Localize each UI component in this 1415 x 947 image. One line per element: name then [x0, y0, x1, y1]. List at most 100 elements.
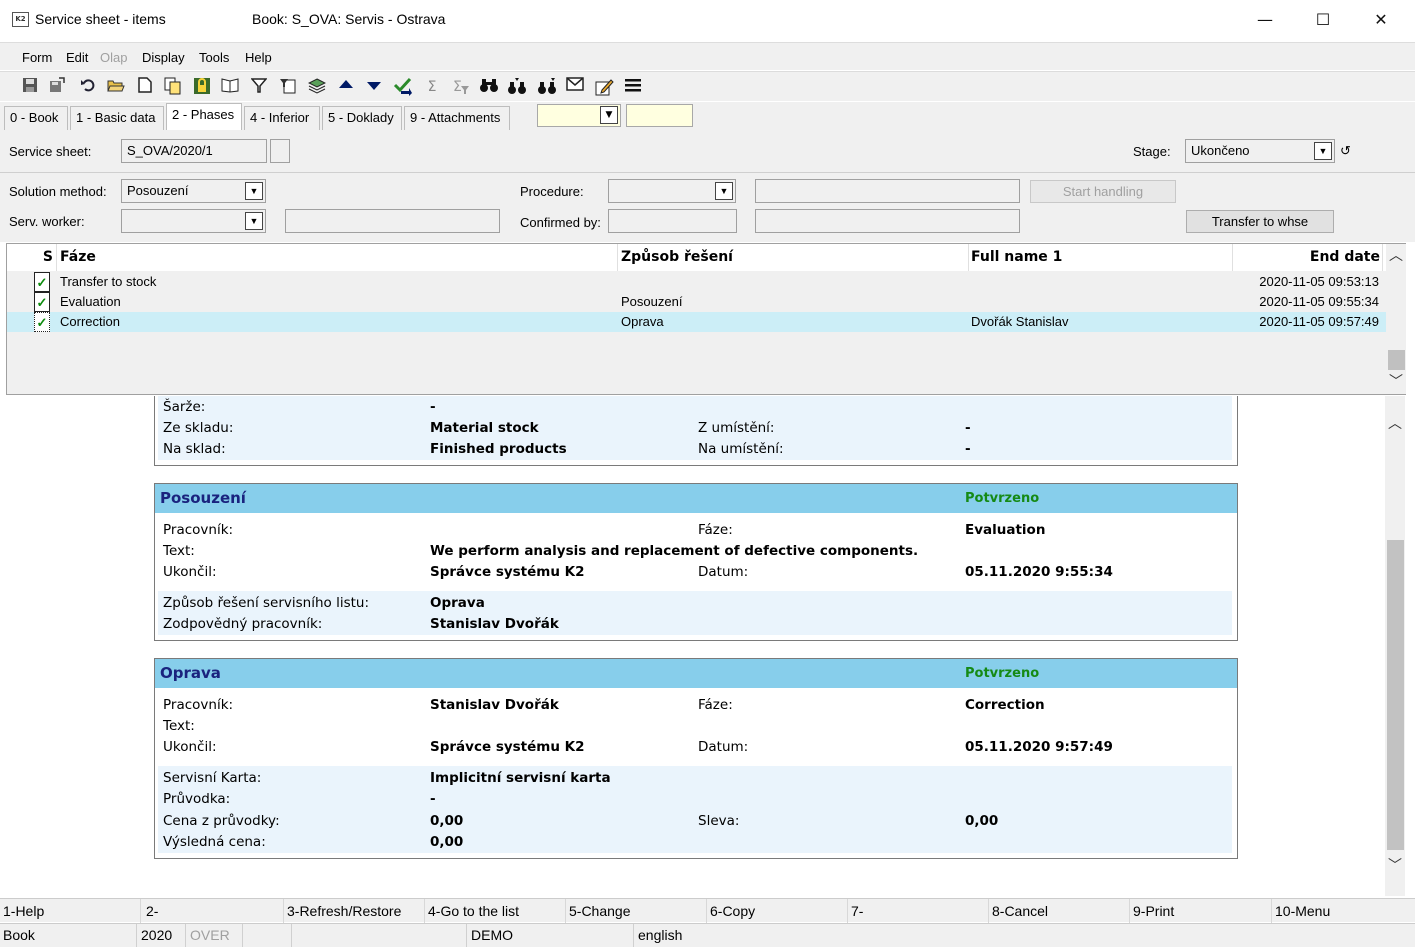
- tab-doklady[interactable]: 5 - Doklady: [322, 106, 402, 130]
- service-sheet-field[interactable]: S_OVA/2020/1: [121, 139, 267, 163]
- layers-icon[interactable]: [307, 77, 327, 97]
- serv-worker-name-field[interactable]: [285, 209, 500, 233]
- fkey-4[interactable]: 4-Go to the list: [425, 899, 566, 923]
- col-zpusob[interactable]: Způsob řešení: [619, 244, 969, 271]
- copy-icon[interactable]: [163, 77, 183, 97]
- solution-method-select[interactable]: Posouzení ▼: [121, 179, 266, 203]
- fkey-7[interactable]: 7-: [848, 899, 989, 923]
- col-enddate[interactable]: End date: [1233, 244, 1383, 271]
- chevron-down-icon[interactable]: ▼: [715, 182, 733, 200]
- check-arrow-icon[interactable]: [393, 77, 413, 97]
- panel-header: Posouzení Potvrzeno: [155, 484, 1237, 513]
- serv-worker-select[interactable]: ▼: [121, 209, 266, 233]
- fkey-1[interactable]: 1-Help: [0, 899, 141, 923]
- menu-tools[interactable]: Tools: [199, 50, 229, 65]
- scroll-thumb[interactable]: [1387, 540, 1404, 850]
- binoculars-next-icon[interactable]: [507, 77, 527, 97]
- fkey-3[interactable]: 3-Refresh/Restore: [284, 899, 425, 923]
- tab-phases[interactable]: 2 - Phases: [166, 103, 242, 130]
- open-folder-icon[interactable]: [106, 77, 126, 97]
- close-button[interactable]: ✕: [1352, 0, 1410, 40]
- table-row[interactable]: ✓ Evaluation Posouzení 2020-11-05 09:55:…: [7, 292, 1387, 312]
- posouzeni-panel: Posouzení Potvrzeno Pracovník: Fáze: Eva…: [154, 483, 1238, 641]
- fkey-10[interactable]: 10-Menu: [1272, 899, 1415, 923]
- filter-icon[interactable]: [249, 77, 269, 97]
- confirmed-by-name-field[interactable]: [755, 209, 1020, 233]
- check-icon[interactable]: ✓: [34, 272, 50, 292]
- chevron-down-icon[interactable]: ▼: [245, 212, 263, 230]
- panel-title: Oprava: [160, 664, 221, 682]
- ukoncil-label: Ukončil:: [163, 564, 217, 580]
- binoculars-prev-icon[interactable]: [537, 77, 557, 97]
- minimize-button[interactable]: —: [1236, 0, 1294, 40]
- period-select[interactable]: ▼: [537, 104, 621, 127]
- col-s[interactable]: S: [7, 244, 57, 271]
- menu-display[interactable]: Display: [142, 50, 185, 65]
- check-icon[interactable]: ✓: [34, 292, 50, 312]
- zodpovedny-value: Stanislav Dvořák: [430, 616, 559, 632]
- tab-attachments[interactable]: 9 - Attachments: [404, 106, 510, 130]
- scroll-up-icon[interactable]: ︿: [1386, 246, 1406, 266]
- fkey-9[interactable]: 9-Print: [1130, 899, 1272, 923]
- stock-panel: Šarže: - Ze skladu: Material stock Z umí…: [154, 396, 1238, 466]
- chevron-down-icon[interactable]: ▼: [245, 182, 263, 200]
- pracovnik-label: Pracovník:: [163, 522, 234, 538]
- menu-help[interactable]: Help: [245, 50, 272, 65]
- phases-grid[interactable]: S Fáze Způsob řešení Full name 1 End dat…: [6, 243, 1406, 395]
- chevron-down-icon[interactable]: ▼: [600, 106, 618, 124]
- save-all-icon[interactable]: [47, 77, 67, 97]
- fkey-6[interactable]: 6-Copy: [707, 899, 848, 923]
- book-icon[interactable]: [220, 77, 240, 97]
- start-handling-button[interactable]: Start handling: [1030, 180, 1176, 203]
- stage-value: Ukončeno: [1191, 143, 1250, 158]
- tab-basic-data[interactable]: 1 - Basic data: [70, 106, 164, 130]
- fkey-5[interactable]: 5-Change: [566, 899, 707, 923]
- status-bar: Book 2020 OVER DEMO english: [0, 923, 1415, 947]
- sarze-label: Šarže:: [163, 399, 206, 415]
- status-empty: [293, 924, 467, 947]
- confirmed-by-field[interactable]: [608, 209, 737, 233]
- table-row-selected[interactable]: ✓ Correction Oprava Dvořák Stanislav 202…: [7, 312, 1387, 332]
- new-document-icon[interactable]: [135, 77, 155, 97]
- book-title: Book: S_OVA: Servis - Ostrava: [252, 11, 446, 27]
- check-icon[interactable]: ✓: [34, 312, 50, 332]
- fkey-8[interactable]: 8-Cancel: [989, 899, 1130, 923]
- procedure-select[interactable]: ▼: [608, 179, 736, 203]
- scroll-down-icon[interactable]: ﹀: [1386, 372, 1406, 392]
- save-icon[interactable]: [20, 77, 40, 97]
- menu-icon[interactable]: [623, 77, 643, 97]
- maximize-button[interactable]: ☐: [1294, 0, 1352, 40]
- arrow-up-icon[interactable]: [336, 77, 356, 97]
- na-sklad-label: Na sklad:: [163, 441, 226, 457]
- filter-doc-icon[interactable]: [278, 77, 298, 97]
- service-sheet-extra[interactable]: [270, 139, 290, 163]
- binoculars-icon[interactable]: [479, 77, 499, 97]
- scroll-up-icon[interactable]: ︿: [1385, 414, 1405, 434]
- scroll-thumb[interactable]: [1388, 350, 1405, 370]
- transfer-to-whse-button[interactable]: Transfer to whse: [1186, 210, 1334, 233]
- report-scrollbar[interactable]: ︿ ﹀: [1385, 396, 1405, 896]
- scroll-down-icon[interactable]: ﹀: [1385, 856, 1405, 876]
- tab-book[interactable]: 0 - Book: [4, 106, 68, 130]
- menu-form[interactable]: Form: [22, 50, 52, 65]
- undo-icon[interactable]: [78, 77, 98, 97]
- fkey-2[interactable]: 2-: [143, 899, 284, 923]
- lock-icon[interactable]: [192, 77, 212, 97]
- col-faze[interactable]: Fáze: [58, 244, 618, 271]
- period-input[interactable]: [626, 104, 693, 127]
- stage-select[interactable]: Ukončeno ▼: [1185, 139, 1335, 163]
- arrow-down-icon[interactable]: [364, 77, 384, 97]
- tab-inferior[interactable]: 4 - Inferior: [244, 106, 320, 130]
- cell-zpusob: Oprava: [621, 314, 664, 329]
- col-fullname[interactable]: Full name 1: [969, 244, 1233, 271]
- procedure-name-field[interactable]: [755, 179, 1020, 203]
- table-row[interactable]: ✓ Transfer to stock 2020-11-05 09:53:13: [7, 272, 1387, 292]
- help-icon[interactable]: ↺: [1340, 143, 1351, 159]
- menu-edit[interactable]: Edit: [66, 50, 88, 65]
- pracovnik-label: Pracovník:: [163, 697, 234, 713]
- chevron-down-icon[interactable]: ▼: [1314, 142, 1332, 160]
- edit-icon[interactable]: [594, 77, 614, 97]
- mail-icon[interactable]: [565, 77, 585, 97]
- grid-scrollbar[interactable]: ︿ ﹀: [1386, 244, 1406, 394]
- faze-label: Fáze:: [698, 697, 733, 713]
